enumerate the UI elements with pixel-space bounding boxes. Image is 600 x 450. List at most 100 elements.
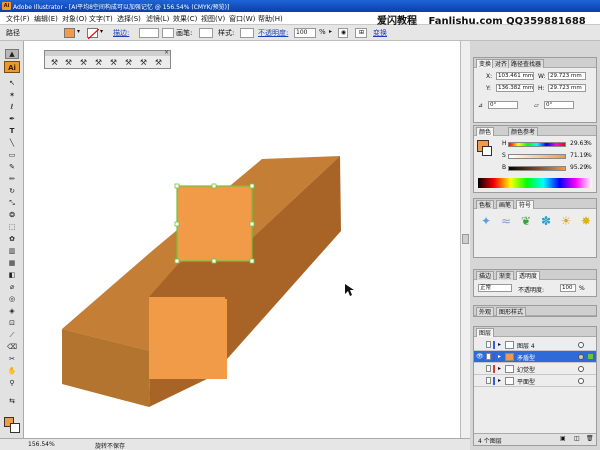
eraser-tool-icon[interactable]: ⌫ (5, 343, 19, 351)
opacity-arrow-icon[interactable]: ▸ (329, 28, 332, 35)
menu-effect[interactable]: 效果(C) (173, 14, 197, 24)
fill-dropdown-icon[interactable]: ▾ (77, 28, 80, 35)
b-channel-value[interactable]: 95.29 (570, 164, 587, 171)
symbol-wave-icon[interactable]: ≈ (498, 213, 514, 229)
lasso-tool-icon[interactable]: ℓ (5, 103, 19, 111)
tab-swatches[interactable]: 色板 (476, 200, 495, 209)
h-channel-value[interactable]: 29.63 (570, 140, 587, 147)
expand-arrow-icon[interactable]: ▸ (498, 377, 501, 384)
floating-toolbar-header[interactable] (45, 51, 170, 56)
lock-toggle[interactable] (486, 341, 491, 348)
tab-gradient[interactable]: 渐变 (496, 271, 515, 280)
selection-indicator[interactable] (588, 354, 593, 359)
artboard-canvas[interactable] (24, 41, 460, 438)
menu-view[interactable]: 视图(V) (201, 14, 225, 24)
expand-arrow-icon[interactable]: ▸ (498, 341, 501, 348)
magic-wand-tool-icon[interactable]: ✶ (5, 91, 19, 99)
tab-pathfinder[interactable]: 路径查找器 (508, 59, 545, 68)
scrollbar-thumb[interactable] (462, 234, 469, 244)
layer-row[interactable]: ▸ 幻觉型 (474, 363, 596, 375)
zoom-tool-icon[interactable]: ⚲ (5, 379, 19, 387)
graph-tool-icon[interactable]: ▥ (5, 247, 19, 255)
saturation-slider[interactable] (508, 154, 566, 159)
target-circle-icon[interactable] (578, 378, 584, 384)
menu-edit[interactable]: 编辑(E) (34, 14, 58, 24)
target-circle-icon[interactable] (578, 342, 584, 348)
symbol-flower-icon[interactable]: ✽ (538, 213, 554, 229)
scatter-graph-icon[interactable]: ⚒ (123, 58, 134, 68)
stroke-color-box[interactable] (10, 423, 20, 433)
menu-help[interactable]: 帮助(H) (258, 14, 283, 24)
type-tool-icon[interactable]: T (5, 127, 19, 135)
recolor-icon[interactable]: ◉ (338, 28, 348, 38)
fill-swatch[interactable] (64, 28, 75, 38)
rotate-field[interactable]: 0° (488, 101, 518, 109)
w-field[interactable]: 29.723 mm (548, 72, 586, 80)
pen-tool-icon[interactable]: ✒ (5, 115, 19, 123)
menu-select[interactable]: 选择(S) (117, 14, 141, 24)
close-icon[interactable]: × (164, 49, 169, 56)
color-stroke-swatch[interactable] (482, 146, 492, 156)
blend-tool-icon[interactable]: ◎ (5, 295, 19, 303)
line-tool-icon[interactable]: ╲ (5, 139, 19, 147)
make-clipping-mask-icon[interactable]: ◫ (574, 435, 580, 442)
paintbrush-tool-icon[interactable]: ✎ (5, 163, 19, 171)
layer-row[interactable]: ▸ 图层 4 (474, 339, 596, 351)
y-field[interactable]: 136.382 mm (496, 84, 534, 92)
tab-color[interactable]: 颜色 (476, 127, 495, 136)
zoom-level[interactable]: 156.54% (28, 441, 55, 448)
visibility-eye-icon[interactable]: 👁 (476, 353, 484, 360)
stroke-dropdown-icon[interactable]: ▾ (100, 28, 103, 35)
opacity-input[interactable]: 100 (294, 28, 316, 38)
scale-tool-icon[interactable]: ⤡ (5, 199, 19, 207)
transform-link[interactable]: 变换 (373, 28, 387, 38)
rotate-tool-icon[interactable]: ↻ (5, 187, 19, 195)
layer-name[interactable]: 图层 4 (517, 341, 535, 350)
style-dropdown[interactable] (240, 28, 254, 38)
gradient-tool-icon[interactable]: ◧ (5, 271, 19, 279)
lock-toggle[interactable] (486, 365, 491, 372)
h-field[interactable]: 29.723 mm (548, 84, 586, 92)
menu-filter[interactable]: 滤镜(L) (146, 14, 169, 24)
opacity-label[interactable]: 不透明度: (258, 28, 288, 38)
menu-object[interactable]: 对象(O) (62, 14, 87, 24)
stacked-graph-icon[interactable]: ⚒ (63, 58, 74, 68)
s-channel-value[interactable]: 71.19 (570, 152, 587, 159)
x-field[interactable]: 103.461 mm (496, 72, 534, 80)
symbol-star-icon[interactable]: ✸ (578, 213, 594, 229)
layer-name[interactable]: 幻觉型 (517, 365, 535, 374)
direct-selection-tool-icon[interactable]: ↖ (5, 79, 19, 87)
slice-tool-icon[interactable]: ⟋ (5, 331, 19, 339)
menu-type[interactable]: 文字(T) (89, 14, 113, 24)
target-circle-icon[interactable] (578, 366, 584, 372)
tab-stroke[interactable]: 描边 (476, 271, 495, 280)
expand-arrow-icon[interactable]: ▸ (498, 365, 501, 372)
tab-layers[interactable]: 图层 (476, 328, 495, 337)
brush-dropdown[interactable] (199, 28, 213, 38)
symbol-sprayer-tool-icon[interactable]: ✿ (5, 235, 19, 243)
pie-graph-icon[interactable]: ⚒ (138, 58, 149, 68)
symbol-sun-icon[interactable]: ☀ (558, 213, 574, 229)
rectangle-tool-icon[interactable]: ▭ (5, 151, 19, 159)
expand-arrow-icon[interactable]: ▸ (498, 353, 501, 360)
layer-name[interactable]: 矛盾型 (517, 353, 535, 362)
tab-brushes[interactable]: 画笔 (496, 200, 515, 209)
selection-tool-icon[interactable]: ▲ (5, 49, 19, 59)
column-graph-icon[interactable]: ⚒ (49, 58, 60, 68)
symbol-grass-icon[interactable]: ❦ (518, 213, 534, 229)
symbol-blue-icon[interactable]: ✦ (478, 213, 494, 229)
vertical-scrollbar[interactable] (460, 41, 470, 438)
shear-field[interactable]: 0° (544, 101, 574, 109)
area-graph-icon[interactable]: ⚒ (108, 58, 119, 68)
radar-graph-icon[interactable]: ⚒ (153, 58, 164, 68)
blend-mode-select[interactable]: 正常 (478, 284, 512, 292)
transparency-opacity-field[interactable]: 100 (560, 284, 576, 292)
scissors-tool-icon[interactable]: ✂ (5, 355, 19, 363)
warp-tool-icon[interactable]: ❂ (5, 211, 19, 219)
layer-row[interactable]: 👁 ▸ 矛盾型 (474, 351, 596, 363)
stroke-label[interactable]: 描边: (113, 28, 129, 38)
color-spectrum-bar[interactable] (478, 178, 592, 188)
menu-window[interactable]: 窗口(W) (229, 14, 255, 24)
tab-symbols[interactable]: 符号 (516, 200, 535, 209)
tab-color-guide[interactable]: 颜色参考 (508, 127, 539, 136)
